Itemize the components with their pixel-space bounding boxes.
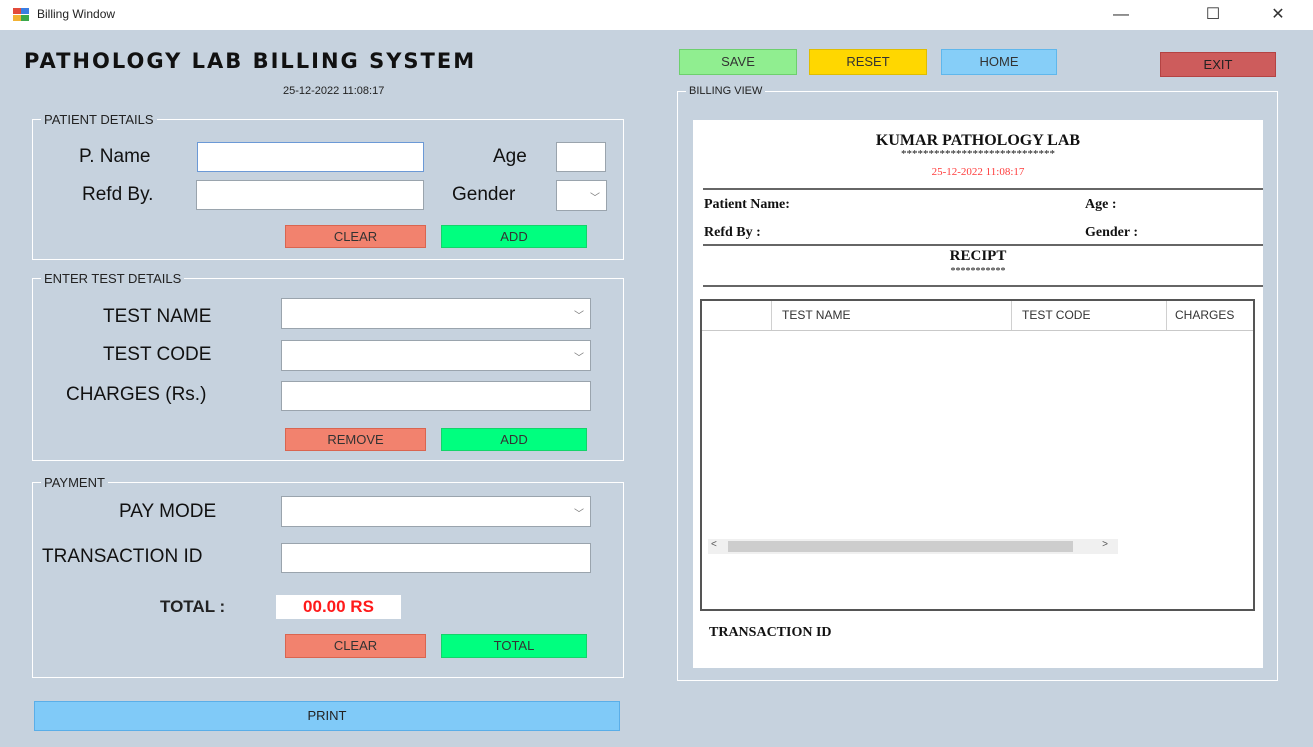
stars-divider-bottom: *********** xyxy=(950,266,1006,277)
patient-clear-button[interactable]: CLEAR xyxy=(285,225,426,248)
test-remove-button[interactable]: REMOVE xyxy=(285,428,426,451)
test-name-label: TEST NAME xyxy=(103,306,212,327)
patient-details-label: PATIENT DETAILS xyxy=(41,112,157,127)
maximize-button[interactable]: ☐ xyxy=(1190,2,1236,28)
test-grid[interactable]: TEST NAME TEST CODE CHARGES < > xyxy=(700,299,1255,611)
window-title: Billing Window xyxy=(37,7,116,21)
age-input[interactable] xyxy=(556,142,606,172)
billing-view-label: BILLING VIEW xyxy=(686,85,766,97)
print-button[interactable]: PRINT xyxy=(34,701,620,731)
test-code-label: TEST CODE xyxy=(103,344,212,365)
divider xyxy=(703,188,1263,190)
row-header-column xyxy=(702,301,772,330)
divider xyxy=(703,244,1263,246)
total-value: 00.00 RS xyxy=(276,595,401,619)
charges-input[interactable] xyxy=(281,381,591,411)
chevron-down-icon: ﹀ xyxy=(574,311,584,322)
receipt-transaction-id-label: TRANSACTION ID xyxy=(709,625,832,640)
charges-label: CHARGES (Rs.) xyxy=(66,384,207,405)
test-code-select[interactable]: ﹀ xyxy=(281,340,591,371)
reset-button[interactable]: RESET xyxy=(809,49,927,75)
test-name-select[interactable]: ﹀ xyxy=(281,298,591,329)
gender-label: Gender xyxy=(452,184,516,205)
exit-button[interactable]: EXIT xyxy=(1160,52,1276,77)
patient-add-button[interactable]: ADD xyxy=(441,225,587,248)
age-label: Age xyxy=(493,146,527,167)
home-button[interactable]: HOME xyxy=(941,49,1057,75)
total-label: TOTAL : xyxy=(160,597,226,616)
stars-divider-top: **************************** xyxy=(901,148,1055,160)
pay-mode-label: PAY MODE xyxy=(119,501,217,522)
patient-name-label: P. Name xyxy=(79,146,151,167)
close-button[interactable]: ✕ xyxy=(1255,2,1301,28)
scroll-left-icon[interactable]: < xyxy=(711,539,717,550)
minimize-button[interactable]: — xyxy=(1098,2,1144,28)
patient-name-input[interactable] xyxy=(197,142,424,172)
refd-by-input[interactable] xyxy=(196,180,424,210)
charges-column[interactable]: CHARGES xyxy=(1167,301,1253,330)
refd-by-label: Refd By. xyxy=(82,184,154,205)
grid-header: TEST NAME TEST CODE CHARGES xyxy=(702,301,1253,331)
chevron-down-icon: ﹀ xyxy=(574,509,584,520)
test-name-column[interactable]: TEST NAME xyxy=(772,301,1012,330)
title-bar: Billing Window — ☐ ✕ xyxy=(0,0,1313,30)
save-button[interactable]: SAVE xyxy=(679,49,797,75)
receipt-age-label: Age : xyxy=(1085,197,1117,212)
receipt-gender-label: Gender : xyxy=(1085,225,1139,240)
total-button[interactable]: TOTAL xyxy=(441,634,587,658)
payment-label: PAYMENT xyxy=(41,475,108,490)
receipt-patient-name-label: Patient Name: xyxy=(704,197,790,212)
current-datetime: 25-12-2022 11:08:17 xyxy=(283,85,385,97)
divider xyxy=(703,285,1263,287)
gender-select[interactable]: ﹀ xyxy=(556,180,607,211)
app-icon xyxy=(13,8,29,21)
receipt-datetime: 25-12-2022 11:08:17 xyxy=(931,166,1025,178)
test-details-label: ENTER TEST DETAILS xyxy=(41,271,185,286)
payment-clear-button[interactable]: CLEAR xyxy=(285,634,426,658)
scroll-thumb[interactable] xyxy=(728,541,1073,552)
chevron-down-icon: ﹀ xyxy=(574,353,584,364)
scroll-right-icon[interactable]: > xyxy=(1102,539,1108,550)
test-add-button[interactable]: ADD xyxy=(441,428,587,451)
horizontal-scrollbar[interactable]: < > xyxy=(708,539,1118,554)
test-code-column[interactable]: TEST CODE xyxy=(1012,301,1167,330)
page-title: PATHOLOGY LAB BILLING SYSTEM xyxy=(24,49,477,73)
chevron-down-icon: ﹀ xyxy=(590,193,600,204)
pay-mode-select[interactable]: ﹀ xyxy=(281,496,591,527)
transaction-id-label: TRANSACTION ID xyxy=(42,546,203,567)
receipt-refd-by-label: Refd By : xyxy=(704,225,761,240)
transaction-id-input[interactable] xyxy=(281,543,591,573)
receipt-heading: RECIPT xyxy=(949,248,1007,264)
